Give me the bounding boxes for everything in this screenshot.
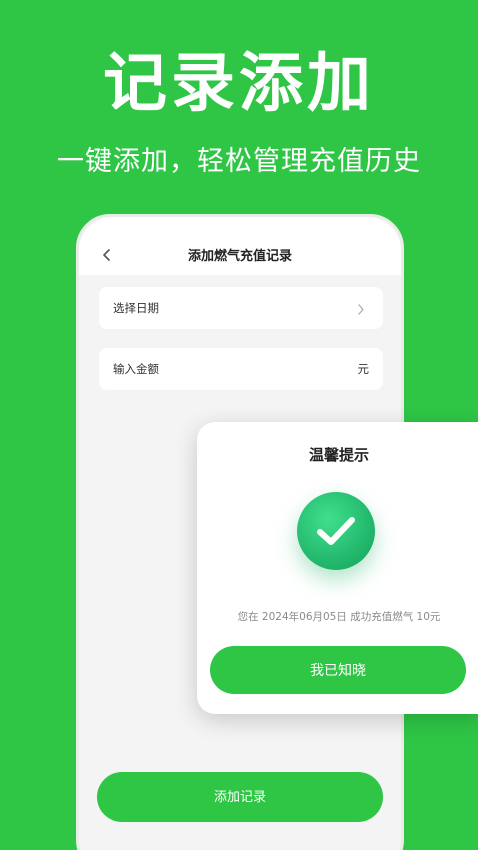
hero-title: 记录添加 (103, 47, 375, 121)
amount-input-field[interactable]: 输入金额 元 (99, 348, 383, 390)
date-picker-field[interactable]: 选择日期 (99, 287, 383, 329)
hero-subtitle: 一键添加，轻松管理充值历史 (57, 146, 421, 177)
notice-dialog: 温馨提示 您在 2024年06月05日 成功充值燃气 10元 我已知晓 (197, 422, 478, 714)
dialog-title: 温馨提示 (308, 446, 369, 464)
dialog-message: 您在 2024年06月05日 成功充值燃气 10元 (237, 611, 441, 623)
add-record-button[interactable]: 添加记录 (97, 772, 383, 822)
header-title: 添加燃气充值记录 (187, 249, 292, 264)
chevron-right-icon (357, 301, 365, 315)
checkmark-icon (317, 517, 355, 545)
success-badge (297, 492, 375, 570)
app-header: 添加燃气充值记录 (79, 217, 401, 275)
amount-unit: 元 (357, 362, 370, 376)
acknowledge-button[interactable]: 我已知晓 (210, 646, 466, 694)
amount-field-label: 输入金额 (113, 362, 159, 376)
date-field-label: 选择日期 (113, 301, 159, 315)
